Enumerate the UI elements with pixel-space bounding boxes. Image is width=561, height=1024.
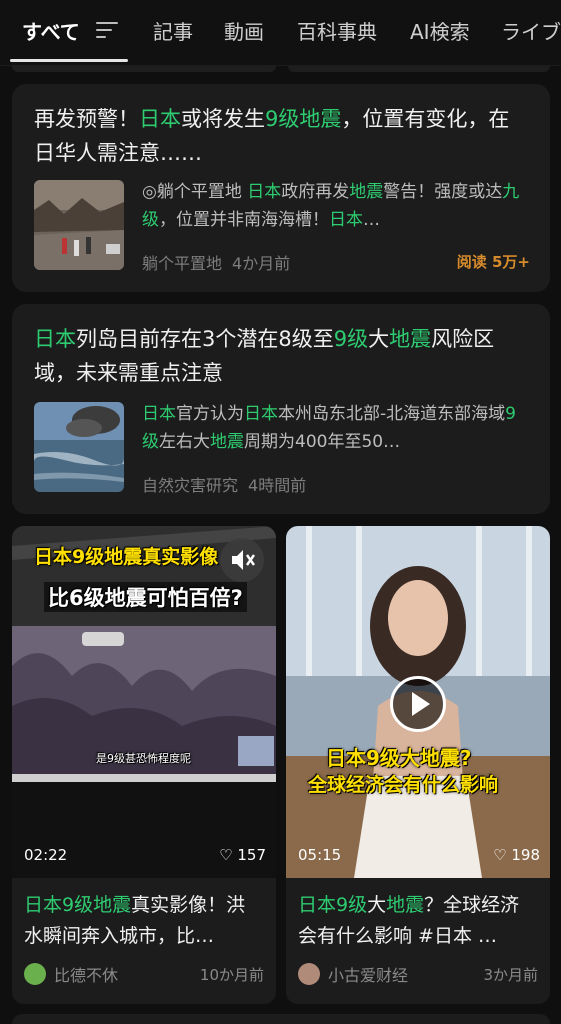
top-tab-bar: すべて 記事 動画 百科事典 AI検索 ライブ (0, 0, 561, 66)
tab-all[interactable]: すべて (22, 16, 80, 45)
filter-icon[interactable] (96, 22, 118, 40)
heart-icon: ♡ (219, 846, 238, 864)
previous-card-edge (288, 66, 550, 72)
video-caption: 比6级地震可怕百倍? (44, 582, 247, 612)
video-time: 3か月前 (483, 966, 538, 984)
video-caption: 日本9级大地震? (326, 746, 472, 770)
tab-live[interactable]: ライブ (501, 16, 561, 45)
news-source[interactable]: 躺个平置地 (142, 254, 222, 273)
news-meta: 躺个平置地 4か月前 (142, 250, 290, 274)
like-count[interactable]: ♡ 157 (219, 846, 266, 864)
tab-videos[interactable]: 動画 (224, 16, 264, 45)
mute-button[interactable] (220, 538, 264, 582)
video-thumbnail[interactable]: 日本9级大地震? 全球经济会有什么影响 (286, 526, 550, 878)
video-author[interactable]: 比德不休 (24, 962, 118, 986)
video-duration: 05:15 (298, 846, 342, 864)
avatar (24, 963, 46, 985)
news-card[interactable]: 再发预警！日本或将发生9级地震，位置有变化，在日华人需注意…… ◎躺个平置地 日… (12, 84, 550, 292)
avatar (298, 963, 320, 985)
video-duration: 02:22 (24, 846, 68, 864)
tab-ai-search[interactable]: AI検索 (410, 16, 470, 45)
video-caption: 全球经济会有什么影响 (308, 774, 499, 796)
tab-encyclopedia[interactable]: 百科事典 (297, 16, 377, 45)
news-time: 4か月前 (232, 254, 291, 273)
news-time: 4時間前 (248, 476, 307, 495)
like-count[interactable]: ♡ 198 (493, 846, 540, 864)
news-snippet: ◎躺个平置地 日本政府再发地震警告！强度或达九级，位置并非南海海槽！日本… (142, 182, 520, 230)
tab-articles[interactable]: 記事 (153, 16, 193, 45)
play-icon[interactable] (390, 676, 446, 732)
news-source[interactable]: 自然灾害研究 (142, 476, 238, 495)
heart-icon: ♡ (493, 846, 512, 864)
video-card[interactable]: 日本9级大地震? 全球经济会有什么影响 05:15 ♡ 198 日本9级大地震？… (286, 526, 550, 1004)
news-snippet: 日本官方认为日本本州岛东北部-北海道东部海域9级左右大地震周期为400年至50… (142, 404, 516, 452)
news-thumbnail (34, 180, 124, 270)
active-tab-indicator (10, 59, 128, 62)
read-count: 阅读 5万+ (456, 253, 530, 271)
news-thumbnail (34, 402, 124, 492)
news-card[interactable]: 日本列岛目前存在3个潜在8级至9级大地震风险区域，未来需重点注意 日本官方认为日… (12, 304, 550, 514)
video-caption: 日本9级地震真实影像 (34, 546, 219, 568)
news-title[interactable]: 再发预警！日本或将发生9级地震，位置有变化，在日华人需注意…… (34, 102, 528, 170)
next-card-edge (12, 1014, 550, 1024)
news-meta: 自然灾害研究 4時間前 (142, 472, 306, 496)
video-title[interactable]: 日本9级大地震？全球经济会有什么影响 #日本 … (298, 890, 538, 952)
video-card[interactable]: 日本9级地震真实影像 比6级地震可怕百倍? 是9级甚恐怖程度呢 02:22 ♡ … (12, 526, 276, 1004)
video-inner-caption: 是9级甚恐怖程度呢 (96, 752, 191, 765)
video-time: 10か月前 (199, 966, 264, 984)
previous-card-edge (12, 66, 276, 72)
video-title[interactable]: 日本9级地震真实影像！洪水瞬间奔入城市，比… (24, 890, 264, 952)
news-title[interactable]: 日本列岛目前存在3个潜在8级至9级大地震风险区域，未来需重点注意 (34, 322, 528, 390)
speaker-muted-icon (232, 550, 255, 570)
video-author[interactable]: 小古爱财经 (298, 962, 408, 986)
video-thumbnail[interactable]: 日本9级地震真实影像 比6级地震可怕百倍? 是9级甚恐怖程度呢 (12, 526, 276, 878)
